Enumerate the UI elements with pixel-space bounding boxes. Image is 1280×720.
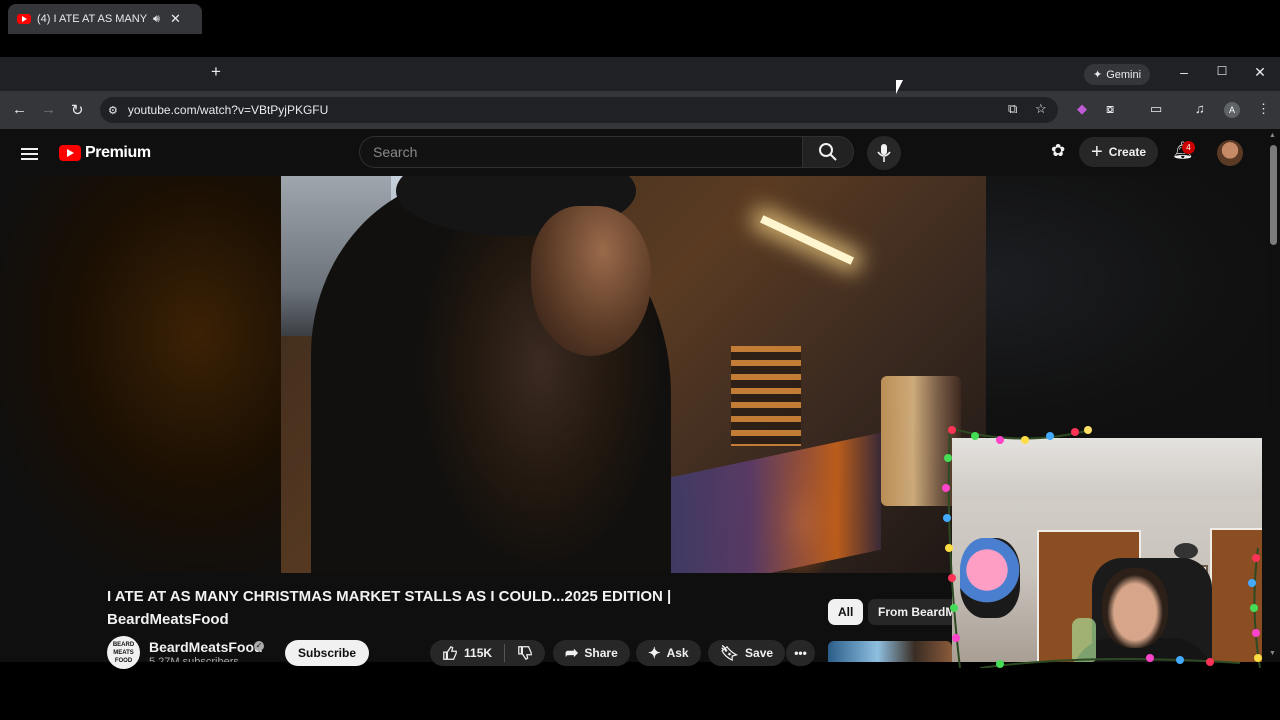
account-avatar[interactable] [1217,140,1243,166]
search-icon [819,143,837,161]
search-input[interactable]: Search [359,136,802,168]
split-view-icon[interactable]: ▭ [1150,101,1162,117]
chip-from-channel[interactable]: From BeardMeatsFood [868,599,958,625]
reload-icon[interactable]: ↻ [71,101,84,119]
thumbs-up-icon[interactable] [442,644,458,662]
minimize-icon[interactable]: – [1173,64,1195,80]
webcam-door-right [1210,528,1262,662]
like-dislike-group: 115K [430,640,545,666]
forward-arrow-icon[interactable]: → [41,101,56,118]
gemini-label: Gemini [1106,68,1142,81]
bookmark-star-icon[interactable]: ☆ [1035,101,1047,117]
maximize-icon[interactable]: ☐ [1211,64,1233,78]
media-controls-icon[interactable]: ♫ [1195,101,1205,116]
chip-all[interactable]: All [828,599,864,625]
like-divider [504,644,505,662]
webcam-streamer-head [1102,568,1168,648]
share-arrow-icon: ➦ [565,645,579,662]
share-label: Share [584,646,618,660]
scroll-up-arrow-icon[interactable]: ▲ [1269,132,1276,139]
create-label: Create [1108,145,1147,159]
save-label: Save [745,646,774,660]
webcam-overlay [952,438,1262,662]
tab-title: (4) I ATE AT AS MANY CHRISTMAS MARKET ST… [37,13,149,25]
extension-pink-icon[interactable]: ◆ [1077,101,1087,117]
search-button[interactable] [802,136,854,168]
notification-count-badge: 4 [1182,141,1195,154]
gemini-sparkle-icon-yt[interactable]: ✿ [1051,141,1065,161]
close-tab-icon[interactable]: ✕ [170,11,181,27]
gemini-button[interactable]: ✦ Gemini [1084,64,1151,85]
channel-avatar[interactable]: BEARD MEATS FOOD [107,636,140,669]
verified-check-icon: ✓ [254,641,264,651]
youtube-premium-logo[interactable]: Premium [59,144,151,162]
speaker-icon[interactable]: 🔊︎ [153,13,160,26]
youtube-favicon-icon [17,14,31,24]
close-window-icon[interactable]: ✕ [1249,64,1271,81]
video-title: I ATE AT AS MANY CHRISTMAS MARKET STALLS… [107,588,672,628]
channel-name[interactable]: BeardMeatsFood [149,639,263,655]
share-button[interactable]: ➦ Share [553,640,630,666]
new-tab-button[interactable]: + [211,62,221,82]
mouse-cursor-icon [896,80,903,94]
logo-premium-text: Premium [85,144,151,161]
subscribe-button[interactable]: Subscribe [285,640,370,666]
ambient-glow-left [0,176,281,573]
video-stall [661,432,881,573]
back-arrow-icon[interactable]: ← [12,101,27,118]
ask-button[interactable]: ✦ Ask [636,640,701,666]
video-clothes [881,376,961,506]
microphone-icon [877,144,891,162]
browser-menu-icon[interactable]: ⋮ [1257,101,1270,117]
more-actions-button[interactable]: ••• [786,640,815,666]
browser-profile-avatar[interactable]: A [1224,102,1240,118]
gemini-sparkle-icon: ✦ [1093,69,1103,81]
webcam-wall-dish [1174,543,1198,559]
subscriber-count: 5.27M subscribers [149,656,239,662]
ask-label: Ask [666,646,689,660]
ambient-glow-right [986,176,1268,438]
more-horizontal-icon: ••• [794,646,807,660]
voice-search-button[interactable] [867,136,901,170]
ask-sparkle-icon: ✦ [648,645,661,662]
video-lamp [759,215,855,265]
recommended-video-thumbnail[interactable] [828,641,952,662]
scroll-down-arrow-icon[interactable]: ▼ [1269,650,1276,657]
webcam-glass-object [1072,618,1096,662]
webcam-plush-toy [960,538,1020,618]
save-button[interactable]: 🔖︎ Save [708,640,786,666]
browser-tab-active[interactable]: (4) I ATE AT AS MANY CHRISTMAS MARKET ST… [8,4,202,34]
video-shelf [731,346,801,446]
scrollbar-thumb[interactable] [1270,145,1277,245]
install-app-icon[interactable]: ⧉ [1008,101,1017,117]
address-bar[interactable]: ⚙︎ youtube.com/watch?v=VBtPyjPKGFU [100,97,1058,123]
youtube-play-logo-icon [59,145,81,161]
site-info-icon[interactable]: ⚙︎ [108,104,118,117]
thumbs-down-icon[interactable] [517,644,533,662]
extensions-puzzle-icon[interactable]: ⧇ [1106,101,1114,117]
create-button[interactable]: + Create [1079,137,1159,167]
video-player[interactable] [281,176,986,573]
url-text[interactable]: youtube.com/watch?v=VBtPyjPKGFU [128,103,328,117]
webcam-ceiling [952,438,1262,498]
bookmark-icon: 🔖︎ [720,645,740,662]
hamburger-menu-icon[interactable] [21,145,38,163]
like-count[interactable]: 115K [464,646,492,660]
video-face [531,206,651,356]
plus-icon: + [1091,141,1103,163]
